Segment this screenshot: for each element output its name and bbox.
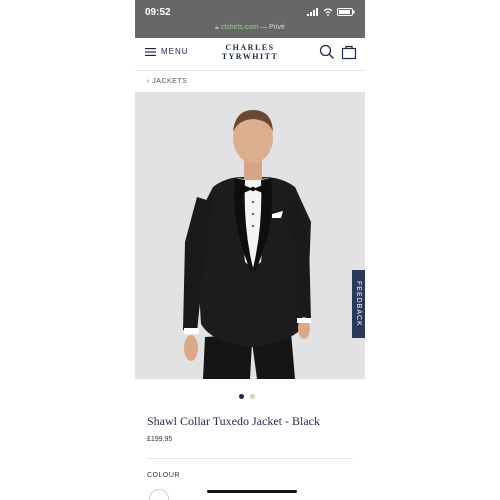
status-bar: 09:52 🔒︎ ctshirts.com — Privé: [135, 0, 365, 38]
colour-swatch[interactable]: [149, 489, 169, 500]
menu-label: MENU: [161, 47, 189, 56]
url-bar[interactable]: 🔒︎ ctshirts.com — Privé: [135, 24, 365, 32]
product-title: Shawl Collar Tuxedo Jacket - Black: [147, 414, 320, 428]
product-price: £199.95: [147, 436, 173, 443]
logo-line-2: TYRWHITT: [221, 52, 279, 61]
status-time: 09:52: [145, 7, 171, 18]
brand-logo[interactable]: CHARLES TYRWHITT: [210, 43, 290, 61]
image-pagination: [239, 394, 255, 399]
phone-screen: 09:52 🔒︎ ctshirts.com — Privé MENU CHARL…: [135, 0, 365, 500]
wifi-icon: [323, 8, 333, 16]
status-icons: [307, 8, 355, 16]
search-icon[interactable]: [319, 44, 335, 60]
lock-icon: 🔒︎: [215, 24, 219, 31]
colour-label: COLOUR: [147, 472, 180, 479]
header-actions: [319, 44, 357, 60]
basket-icon[interactable]: [341, 44, 357, 60]
breadcrumb-label: JACKETS: [152, 78, 188, 85]
logo-line-1: CHARLES: [225, 43, 275, 52]
site-header: MENU CHARLES TYRWHITT: [135, 38, 365, 71]
pagination-dot-2[interactable]: [250, 394, 255, 399]
hamburger-icon: [145, 47, 156, 56]
menu-button[interactable]: MENU: [145, 47, 189, 56]
tuxedo-model-photo: [135, 92, 365, 379]
pagination-dot-1[interactable]: [239, 394, 244, 399]
url-host: ctshirts.com: [220, 24, 259, 31]
url-suffix: — Privé: [258, 24, 285, 31]
divider: [147, 458, 353, 459]
signal-icon: [307, 8, 318, 16]
breadcrumb[interactable]: ‹ JACKETS: [147, 78, 187, 85]
battery-icon: [337, 8, 355, 16]
home-indicator: [207, 490, 297, 493]
product-image[interactable]: [135, 92, 365, 379]
feedback-tab[interactable]: FEEDBACK: [352, 270, 365, 338]
